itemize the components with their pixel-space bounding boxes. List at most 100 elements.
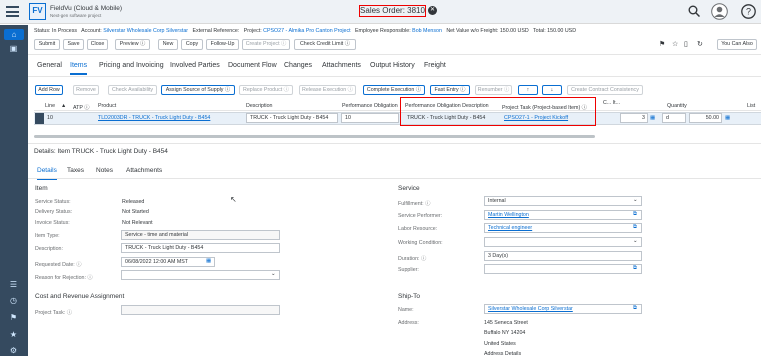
status-value: In Process (51, 28, 78, 34)
renumber-button[interactable]: Renumber ⓘ (475, 85, 512, 95)
clock-icon[interactable]: ◷ (7, 295, 20, 306)
address-details-link[interactable]: Address Details (484, 351, 521, 357)
working-condition-select[interactable] (484, 237, 642, 247)
app-logo: FV (29, 3, 46, 20)
tab-attachments[interactable]: Attachments (126, 167, 162, 174)
tab-general[interactable]: General (37, 62, 62, 69)
tab-document-flow[interactable]: Document Flow (228, 62, 277, 69)
row-selector[interactable] (35, 113, 44, 124)
divider (34, 110, 761, 111)
check-availability-button[interactable]: Check Availability (108, 85, 157, 95)
chevron-down-icon[interactable]: ⌄ (633, 238, 637, 244)
flag-icon[interactable]: ⚑ (7, 312, 20, 323)
ship-to-name-field[interactable]: Silverstar Wholesale Corp Silverstar (484, 304, 642, 314)
avatar-icon[interactable] (711, 3, 728, 20)
calendar-icon[interactable]: ▦ (206, 258, 211, 264)
submit-button[interactable]: Submit (34, 39, 60, 50)
new-button[interactable]: New (158, 39, 178, 50)
home-icon[interactable]: ⌂ (4, 29, 24, 40)
tab-notes[interactable]: Notes (96, 167, 113, 174)
service-performer-field[interactable]: Martin Wellington (484, 210, 642, 220)
you-can-also-button[interactable]: You Can Also (717, 39, 757, 50)
menu-icon[interactable] (6, 6, 19, 17)
preview-button[interactable]: Preview ⓘ (115, 39, 150, 50)
supplier-field[interactable] (484, 264, 642, 274)
column-line[interactable]: Line (45, 103, 55, 109)
column-performance-obligation[interactable]: Performance Obligation (342, 103, 398, 109)
calculator-icon[interactable]: ▦ (725, 115, 730, 121)
close-button[interactable]: Close (87, 39, 108, 50)
row-line: 10 (47, 115, 53, 121)
labor-resource-field[interactable]: Technical engineer (484, 223, 642, 233)
value-help-icon[interactable]: ⧉ (633, 265, 637, 272)
add-row-button[interactable]: Add Row (35, 85, 63, 95)
tab-changes[interactable]: Changes (284, 62, 312, 69)
star-icon[interactable]: ★ (7, 329, 20, 340)
release-execution-button[interactable]: Release Execution ⓘ (299, 85, 356, 95)
employee-link[interactable]: Bob Menson (412, 28, 442, 34)
tab-pricing-and-invoicing[interactable]: Pricing and Invoicing (99, 62, 164, 69)
create-contract-consistency-button[interactable]: Create Contract Consistency (567, 85, 643, 95)
mouse-cursor: ↖ (230, 195, 237, 204)
tab-taxes[interactable]: Taxes (67, 167, 84, 174)
tab-attachments[interactable]: Attachments (322, 62, 361, 69)
chevron-down-icon[interactable]: ⌄ (271, 271, 275, 277)
column-c-it[interactable]: C... It... (603, 100, 620, 106)
row-performance-obligation-field[interactable]: 10 (341, 113, 399, 123)
column-list[interactable]: List (747, 103, 755, 109)
check-credit-limit-button[interactable]: Check Credit Limit ⓘ (294, 39, 356, 50)
move-down-button[interactable]: ↓ (542, 85, 562, 95)
search-icon[interactable] (688, 5, 700, 17)
move-up-button[interactable]: ↑ (518, 85, 538, 95)
row-unit-select[interactable]: d (662, 113, 686, 123)
calculator-icon[interactable]: ▦ (650, 115, 655, 121)
value-help-icon[interactable]: ⧉ (633, 211, 637, 218)
save-button[interactable]: Save (63, 39, 84, 50)
create-project-button[interactable]: Create Project ⓘ (242, 39, 290, 50)
row-description-field[interactable]: TRUCK - Truck Light Duty - B454 (246, 113, 338, 123)
value-help-icon[interactable]: ⧉ (633, 305, 637, 312)
sort-icon[interactable]: ▲ (61, 103, 66, 109)
row-list-price-field[interactable]: 50.00 (689, 113, 722, 123)
tab-freight[interactable]: Freight (424, 62, 446, 69)
horizontal-scrollbar[interactable] (34, 135, 595, 138)
project-link[interactable]: CPSO27 - Almika Pro Canton Project (263, 28, 350, 34)
copy-button[interactable]: Copy (181, 39, 203, 50)
supplier-label: Supplier: (398, 267, 419, 273)
item-type-field[interactable]: Service - time and material (121, 230, 280, 240)
assign-source-button[interactable]: Assign Source of Supply ⓘ (161, 85, 235, 95)
list-icon[interactable]: ☰ (7, 279, 20, 290)
delete-icon[interactable]: ▯ (684, 40, 688, 48)
requested-date-field[interactable]: 06/08/2022 12:00 AM MST (121, 257, 215, 267)
flag-icon[interactable]: ⚑ (659, 40, 665, 48)
value-help-icon[interactable]: ⧉ (633, 224, 637, 231)
tab-output-history[interactable]: Output History (370, 62, 415, 69)
follow-up-button[interactable]: Follow-Up (206, 39, 239, 50)
project-task-field[interactable] (121, 305, 280, 315)
row-quantity-field[interactable]: 3 (620, 113, 648, 123)
close-icon[interactable]: ✕ (428, 6, 437, 15)
fast-entry-button[interactable]: Fast Entry ⓘ (430, 85, 470, 95)
rejection-reason-select[interactable] (121, 270, 280, 280)
column-product[interactable]: Product (98, 103, 116, 109)
chevron-down-icon[interactable]: ⌄ (633, 197, 637, 203)
tab-involved-parties[interactable]: Involved Parties (170, 62, 220, 69)
refresh-icon[interactable]: ↻ (697, 40, 703, 48)
favorite-icon[interactable]: ☆ (672, 40, 678, 48)
row-product-link[interactable]: TLD2003DR - TRUCK - Truck Light Duty - B… (98, 115, 210, 121)
duration-field[interactable]: 3 Day(s) (484, 251, 642, 261)
tab-items[interactable]: Items (70, 62, 88, 75)
column-quantity[interactable]: Quantity (667, 103, 687, 109)
description-field[interactable]: TRUCK - Truck Light Duty - B454 (121, 243, 280, 253)
replace-product-button[interactable]: Replace Product ⓘ (239, 85, 293, 95)
complete-execution-button[interactable]: Complete Execution ⓘ (363, 85, 425, 95)
help-icon[interactable]: ? (741, 4, 756, 19)
dashboard-icon[interactable]: ▣ (7, 43, 20, 54)
invoice-status-label: Invoice Status: (35, 220, 70, 226)
fulfillment-label: Fulfillment: ⓘ (398, 201, 431, 207)
remove-button[interactable]: Remove (73, 85, 99, 95)
fulfillment-select[interactable]: Internal (484, 196, 642, 206)
column-description[interactable]: Description (246, 103, 273, 109)
settings-icon[interactable]: ⚙ (7, 345, 20, 356)
account-link[interactable]: Silverstar Wholesale Corp Silverstar (103, 28, 188, 34)
